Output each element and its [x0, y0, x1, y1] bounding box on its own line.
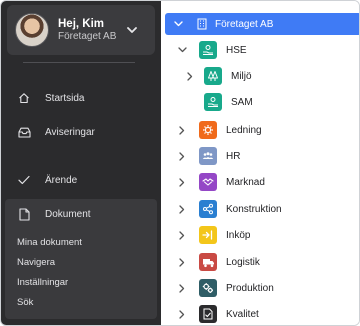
tree-root-label: Företaget AB: [215, 18, 274, 30]
chevron-right-icon[interactable]: [177, 177, 187, 187]
handshake-icon: [199, 173, 217, 191]
user-greeting: Hej, Kim: [58, 17, 105, 30]
tree-item-miljo[interactable]: Miljö: [185, 64, 252, 88]
cogs-icon: [199, 279, 217, 297]
chevron-right-icon[interactable]: [177, 125, 187, 135]
avatar: [15, 13, 49, 47]
tree-item-label: HR: [226, 150, 241, 162]
tree-item-logistik[interactable]: Logistik: [177, 250, 260, 274]
nav-label: Startsida: [45, 92, 85, 104]
tree-item-label: Marknad: [226, 176, 265, 188]
truck-icon: [199, 253, 217, 271]
nav-item-aviseringar[interactable]: Aviseringar: [1, 117, 161, 147]
subnav-installningar[interactable]: Inställningar: [17, 277, 68, 288]
chevron-right-icon[interactable]: [177, 309, 187, 319]
nav-label: Aviseringar: [45, 126, 95, 138]
tree-item-produktion[interactable]: Produktion: [177, 276, 274, 300]
tree-item-label: Inköp: [226, 229, 251, 241]
divider: [23, 62, 135, 63]
nav-item-arende[interactable]: Ärende: [1, 165, 161, 195]
chevron-right-icon[interactable]: [185, 71, 195, 81]
chevron-right-icon[interactable]: [177, 283, 187, 293]
chevron-right-icon[interactable]: [177, 204, 187, 214]
checkmark-icon: [17, 173, 31, 187]
documents-section: Dokument Mina dokument Navigera Inställn…: [5, 199, 157, 319]
tree-item-marknad[interactable]: Marknad: [177, 170, 265, 194]
tree-item-konstruktion[interactable]: Konstruktion: [177, 197, 282, 221]
subnav-sok[interactable]: Sök: [17, 297, 33, 308]
tree-item-hse[interactable]: HSE: [177, 38, 247, 62]
tree-item-label: Produktion: [226, 282, 274, 294]
chevron-right-icon[interactable]: [177, 151, 187, 161]
document-icon: [17, 207, 31, 221]
sidebar: Hej, Kim Företaget AB Startsida Aviserin…: [1, 1, 161, 325]
inbox-icon: [17, 125, 31, 139]
tree-item-label: Miljö: [231, 70, 252, 82]
nav-label: Dokument: [45, 208, 91, 220]
tree-item-label: SAM: [231, 96, 253, 108]
tree-item-label: HSE: [226, 44, 247, 56]
people-icon: [199, 147, 217, 165]
chevron-down-icon[interactable]: [177, 45, 187, 55]
user-organization: Företaget AB: [58, 30, 117, 42]
tree-item-kvalitet[interactable]: Kvalitet: [177, 302, 259, 325]
tree-item-label: Logistik: [226, 256, 260, 268]
trees-icon: [204, 67, 222, 85]
hand-icon: [199, 41, 217, 59]
arrow-in-icon: [199, 226, 217, 244]
nav-item-dokument[interactable]: Dokument: [5, 199, 157, 229]
tree-root-foretaget[interactable]: Företaget AB: [165, 13, 359, 35]
chevron-down-icon: [127, 27, 137, 33]
tree-item-inkop[interactable]: Inköp: [177, 223, 250, 247]
tree-item-label: Kvalitet: [226, 308, 259, 320]
app-window: Hej, Kim Företaget AB Startsida Aviserin…: [0, 0, 360, 326]
tree-item-sam[interactable]: SAM: [204, 90, 253, 114]
chevron-right-icon[interactable]: [177, 257, 187, 267]
nav-label: Ärende: [45, 174, 78, 186]
chevron-down-icon[interactable]: [173, 19, 183, 29]
share-nodes-icon: [199, 200, 217, 218]
home-icon: [17, 91, 31, 105]
nav-item-startsida[interactable]: Startsida: [1, 83, 161, 113]
checklist-icon: [199, 305, 217, 323]
tree-item-ledning[interactable]: Ledning: [177, 118, 262, 142]
tree-item-label: Konstruktion: [226, 203, 282, 215]
hand-icon: [204, 93, 222, 111]
building-icon: [197, 18, 207, 30]
gear-icon: [199, 121, 217, 139]
org-tree: Företaget AB HSE Miljö SAM Ledning HR Ma…: [161, 1, 359, 325]
tree-item-label: Ledning: [226, 124, 262, 136]
subnav-mina-dokument[interactable]: Mina dokument: [17, 237, 82, 248]
subnav-navigera[interactable]: Navigera: [17, 257, 55, 268]
chevron-right-icon[interactable]: [177, 230, 187, 240]
tree-item-hr[interactable]: HR: [177, 144, 240, 168]
user-menu[interactable]: Hej, Kim Företaget AB: [7, 5, 155, 55]
